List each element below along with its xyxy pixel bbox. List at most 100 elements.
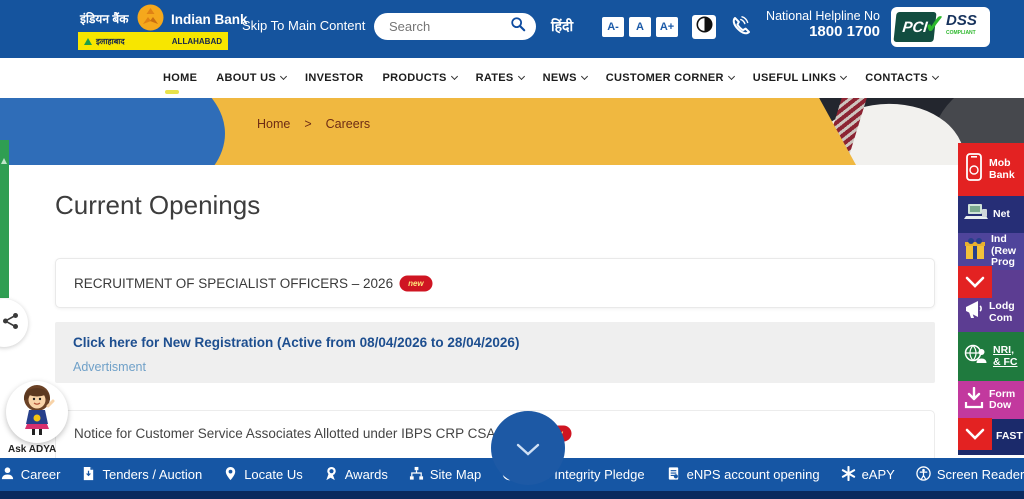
page-title: Current Openings (55, 190, 260, 221)
left-green-tab[interactable] (0, 140, 9, 298)
indian-bank-logo-icon[interactable] (137, 4, 164, 31)
skip-to-main-content-link[interactable]: Skip To Main Content (242, 18, 365, 33)
recruitment-title: RECRUITMENT OF SPECIALIST OFFICERS – 202… (74, 276, 393, 291)
indian-bank-careers-page: इंडियन बैंक Indian Bank इलाहाबाद ALLAHAB… (0, 0, 1024, 499)
adya-avatar (15, 384, 59, 441)
chevron-down-icon (451, 73, 458, 80)
nav-products-label: PRODUCTS (382, 72, 446, 84)
hindi-language-toggle[interactable]: हिंदी (551, 17, 573, 36)
sidebar-label: Ind (Rew Prog (991, 234, 1016, 269)
footer-eapy[interactable]: eAPY (841, 466, 895, 484)
sidebar-item-mobile-banking[interactable]: Mob Bank (958, 143, 1024, 196)
share-button[interactable] (0, 299, 28, 347)
sidebar-item-nri-fc[interactable]: NRI, & FC (958, 332, 1024, 381)
pci-dss-badge: PCI ✓ DSS COMPLIANT (891, 7, 990, 47)
search-icon[interactable] (510, 16, 526, 37)
logo-english-text: Indian Bank (171, 12, 248, 27)
nav-rates-label: RATES (476, 72, 514, 84)
sidebar-label: Mob Bank (989, 158, 1015, 181)
advertisement-link[interactable]: Advertisment (73, 360, 917, 374)
nav-contacts[interactable]: CONTACTS (865, 72, 938, 84)
active-tab-indicator (165, 90, 179, 94)
eapy-asterisk-icon (841, 466, 856, 484)
contrast-toggle[interactable] (692, 15, 716, 39)
megaphone-icon (964, 299, 984, 324)
net-banking-icon (964, 203, 988, 226)
sidebar-label: NRI, & FC (993, 345, 1018, 368)
chevron-down-icon (932, 73, 939, 80)
phone-icon[interactable] (728, 14, 754, 45)
recruitment-card[interactable]: RECRUITMENT OF SPECIALIST OFFICERS – 202… (55, 258, 935, 308)
sidebar-item-ind-rewards[interactable]: Ind (Rew Prog (958, 233, 1024, 270)
nav-customer-corner-label: CUSTOMER CORNER (606, 72, 724, 84)
sidebar-scroll-down-button[interactable] (958, 418, 992, 450)
footer-site-map[interactable]: Site Map (409, 466, 481, 484)
nav-about-us[interactable]: ABOUT US (216, 72, 286, 84)
sidebar-label: FAST (996, 431, 1023, 443)
font-normal-button[interactable]: A (629, 17, 651, 37)
footer-locate-us[interactable]: Locate Us (223, 466, 303, 484)
nav-investor[interactable]: INVESTOR (305, 72, 363, 84)
footer-label: Screen Reader (937, 467, 1024, 482)
breadcrumb-separator: > (304, 117, 311, 131)
green-tab-icon (1, 158, 7, 164)
footer-career[interactable]: Career (0, 466, 60, 484)
footer-screen-reader[interactable]: Screen Reader (916, 466, 1024, 484)
mobile-banking-icon (964, 152, 984, 187)
chevron-down-icon (516, 443, 540, 462)
notice-link[interactable]: Notice for Customer Service Associates A… (74, 426, 528, 441)
chevron-down-icon (518, 73, 525, 80)
nav-home-label: HOME (163, 72, 197, 84)
helpline-number: 1800 1700 (758, 23, 880, 40)
footer-enps-account-opening[interactable]: eNPS account opening (666, 466, 820, 484)
helpline-block: National Helpline No 1800 1700 (758, 9, 880, 40)
chevron-down-icon (280, 73, 287, 80)
nav-useful-links[interactable]: USEFUL LINKS (753, 72, 846, 84)
footer-label: eNPS account opening (687, 467, 820, 482)
sidebar-label: Lodg Com (989, 301, 1015, 324)
main-navigation: HOME ABOUT US INVESTOR PRODUCTS RATES NE… (0, 58, 1024, 98)
nav-contacts-label: CONTACTS (865, 72, 928, 84)
breadcrumb-home-link[interactable]: Home (257, 117, 290, 131)
footer-label: Locate Us (244, 467, 303, 482)
sidebar-label: Net (993, 209, 1010, 221)
search-input[interactable] (389, 19, 510, 34)
nav-products[interactable]: PRODUCTS (382, 72, 456, 84)
footer-label: Site Map (430, 467, 481, 482)
footer-tenders-auction[interactable]: Tenders / Auction (81, 466, 202, 484)
quick-links-sidebar: Mob Bank Net Ind (Rew Prog Lodg Com NRI,… (958, 143, 1024, 455)
scroll-down-button[interactable] (491, 411, 565, 485)
sidebar-label: Form Dow (989, 389, 1015, 412)
new-badge: new (401, 277, 431, 290)
chevron-down-icon (728, 73, 735, 80)
nav-news-label: NEWS (543, 72, 577, 84)
breadcrumb-banner: Home > Careers (0, 98, 1024, 165)
pci-check-icon: ✓ (924, 9, 946, 40)
footer-awards[interactable]: Awards (324, 466, 388, 484)
career-icon (0, 466, 15, 484)
nav-useful-links-label: USEFUL LINKS (753, 72, 836, 84)
nav-customer-corner[interactable]: CUSTOMER CORNER (606, 72, 734, 84)
breadcrumb-current: Careers (326, 117, 370, 131)
helpline-label: National Helpline No (758, 9, 880, 23)
chevron-down-icon (581, 73, 588, 80)
bottom-navy-strip (0, 491, 1024, 499)
search-box[interactable] (374, 13, 536, 40)
new-registration-link[interactable]: Click here for New Registration (Active … (73, 335, 519, 350)
allahabad-strip: इलाहाबाद ALLAHABAD (78, 32, 228, 50)
nav-home[interactable]: HOME (163, 72, 197, 84)
breadcrumb: Home > Careers (257, 117, 370, 131)
nav-rates[interactable]: RATES (476, 72, 524, 84)
font-increase-button[interactable]: A+ (656, 17, 678, 37)
globe-user-icon (964, 343, 988, 370)
allahabad-english: ALLAHABAD (172, 37, 222, 46)
sitemap-icon (409, 466, 424, 484)
awards-medal-icon (324, 466, 339, 484)
sidebar-item-net-banking[interactable]: Net (958, 196, 1024, 233)
font-decrease-button[interactable]: A- (602, 17, 624, 37)
nav-news[interactable]: NEWS (543, 72, 587, 84)
logo-hindi-text: इंडियन बैंक (80, 10, 128, 27)
sidebar-item-forms-download[interactable]: Form Dow (958, 381, 1024, 419)
adya-chatbot-button[interactable] (6, 381, 68, 443)
sidebar-scroll-down-button[interactable] (958, 266, 992, 298)
